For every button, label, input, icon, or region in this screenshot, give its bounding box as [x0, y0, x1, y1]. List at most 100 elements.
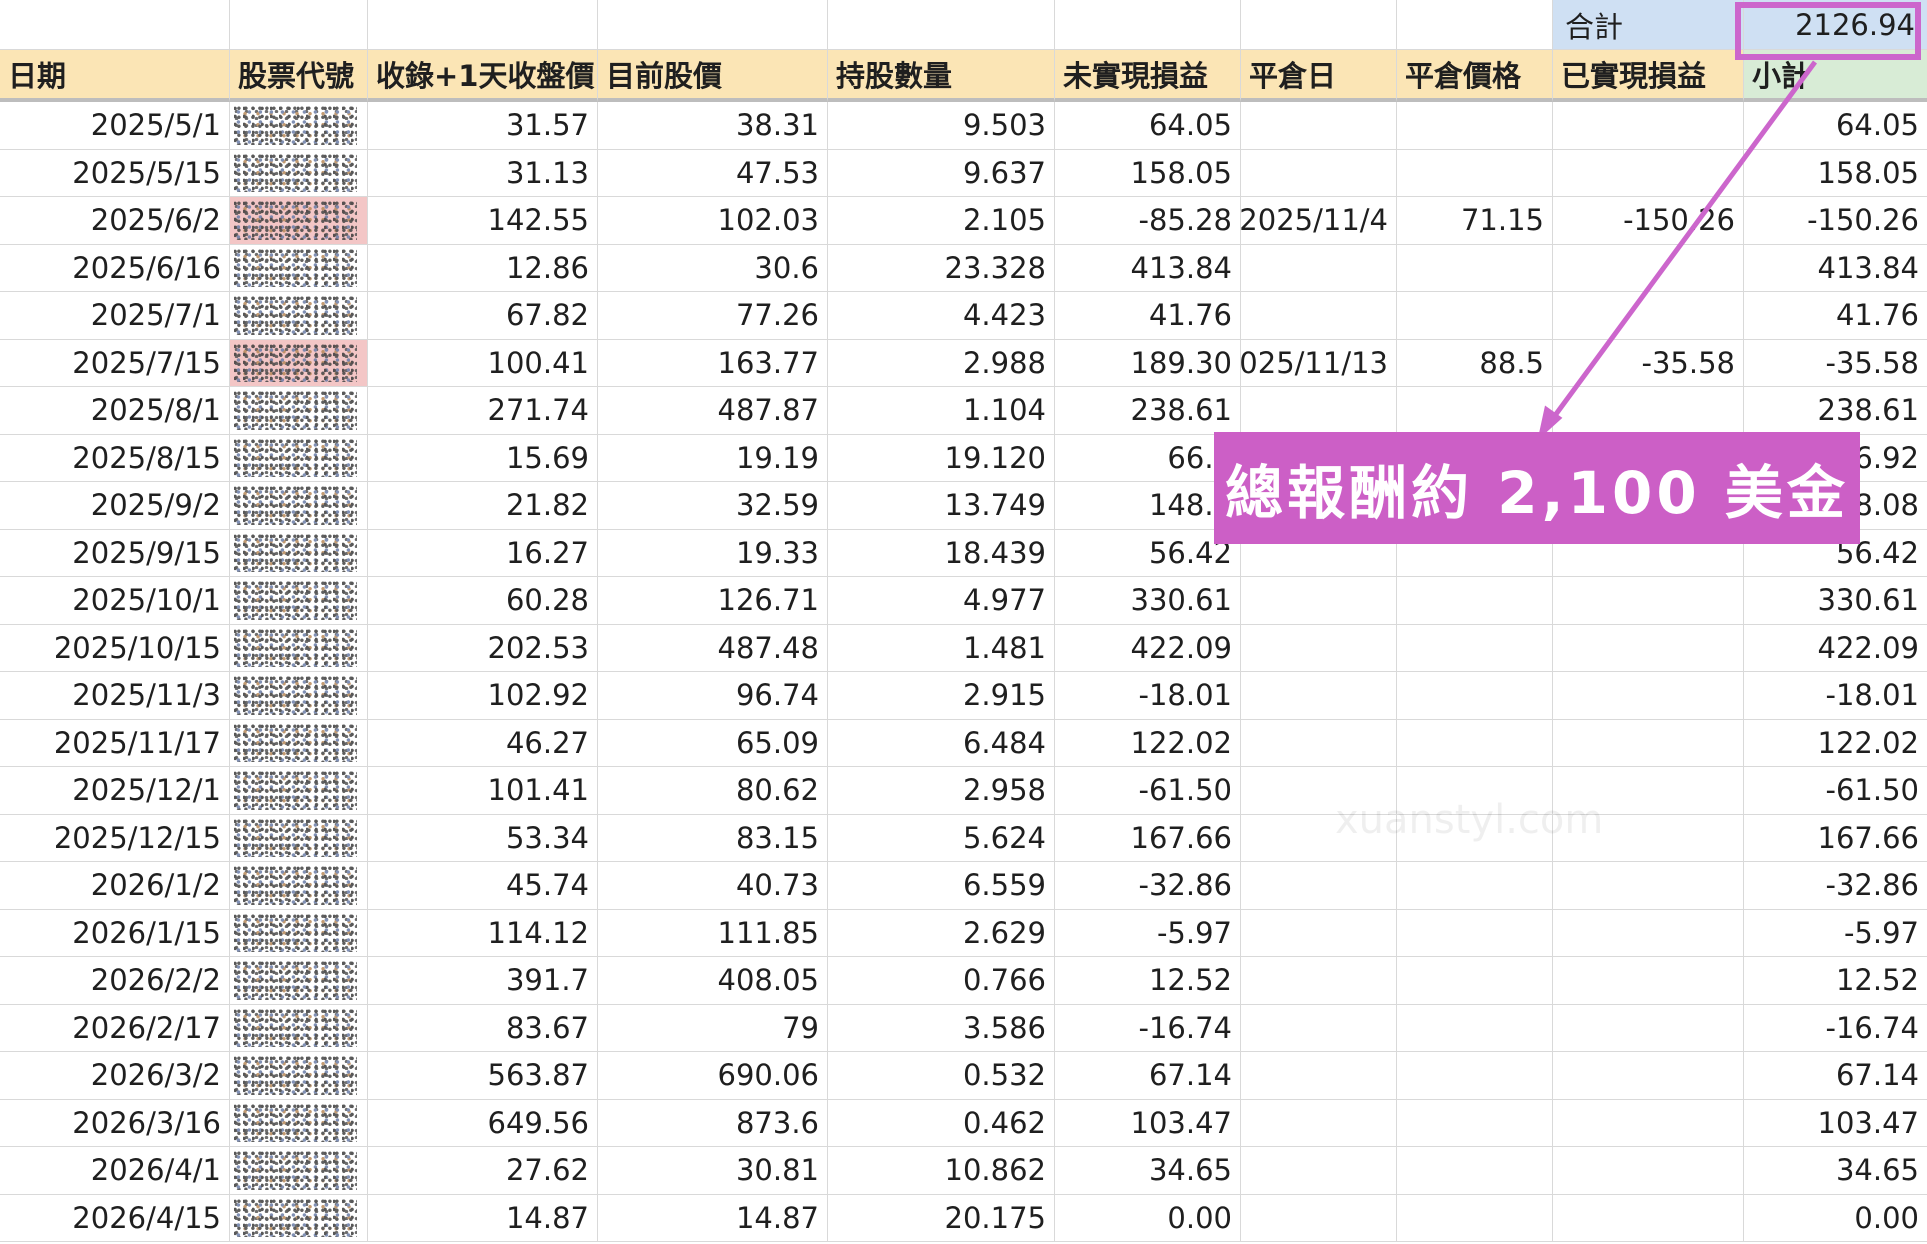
cell-current-price[interactable]: 77.26 [598, 292, 828, 340]
cell-close-price[interactable] [1397, 862, 1553, 910]
cell-stock-code[interactable] [230, 767, 368, 815]
cell-close-price[interactable] [1397, 244, 1553, 292]
cell-unrealized[interactable]: 330.61 [1055, 577, 1241, 625]
cell-realized[interactable] [1553, 1147, 1744, 1195]
cell-subtotal[interactable]: 0.00 [1744, 1195, 1927, 1242]
cell-realized[interactable] [1553, 957, 1744, 1005]
cell-buy-price[interactable]: 271.74 [368, 387, 598, 435]
cell-current-price[interactable]: 79 [598, 1004, 828, 1052]
header-date[interactable]: 日期 [0, 50, 230, 102]
cell-close-date[interactable] [1241, 387, 1397, 435]
cell-current-price[interactable]: 40.73 [598, 862, 828, 910]
cell-unrealized[interactable]: 413.84 [1055, 244, 1241, 292]
cell-stock-code[interactable] [230, 149, 368, 197]
cell-unrealized[interactable]: -5.97 [1055, 909, 1241, 957]
cell-close-price[interactable] [1397, 387, 1553, 435]
cell-close-price[interactable]: 71.15 [1397, 197, 1553, 245]
cell-buy-price[interactable]: 31.13 [368, 149, 598, 197]
cell-date[interactable]: 2025/8/15 [0, 434, 230, 482]
cell-unrealized[interactable]: 158.05 [1055, 149, 1241, 197]
cell-close-date[interactable] [1241, 957, 1397, 1005]
cell-close-date[interactable] [1241, 1147, 1397, 1195]
cell-date[interactable]: 2025/10/1 [0, 577, 230, 625]
cell-stock-code[interactable] [230, 1147, 368, 1195]
cell-stock-code[interactable] [230, 339, 368, 387]
cell-subtotal[interactable]: 167.66 [1744, 815, 1927, 862]
cell-close-date[interactable] [1241, 102, 1397, 150]
cell-unrealized[interactable]: 12.52 [1055, 957, 1241, 1005]
cell-close-price[interactable] [1397, 1004, 1553, 1052]
cell-unrealized[interactable]: -18.01 [1055, 672, 1241, 720]
cell-realized[interactable] [1553, 149, 1744, 197]
cell-buy-price[interactable]: 46.27 [368, 719, 598, 767]
cell-close-date[interactable] [1241, 1004, 1397, 1052]
cell-quantity[interactable]: 10.862 [828, 1147, 1055, 1195]
cell-stock-code[interactable] [230, 197, 368, 245]
cell-current-price[interactable]: 65.09 [598, 719, 828, 767]
cell-current-price[interactable]: 30.81 [598, 1147, 828, 1195]
cell-unrealized[interactable]: 0.00 [1055, 1194, 1241, 1242]
cell-realized[interactable] [1553, 102, 1744, 150]
cell-quantity[interactable]: 4.977 [828, 577, 1055, 625]
cell-unrealized[interactable]: -61.50 [1055, 767, 1241, 815]
cell-buy-price[interactable]: 100.41 [368, 339, 598, 387]
cell-stock-code[interactable] [230, 862, 368, 910]
cell-close-price[interactable] [1397, 957, 1553, 1005]
cell-quantity[interactable]: 20.175 [828, 1194, 1055, 1242]
cell-quantity[interactable]: 2.105 [828, 197, 1055, 245]
cell-close-price[interactable] [1397, 1052, 1553, 1100]
cell-quantity[interactable]: 1.104 [828, 387, 1055, 435]
cell-stock-code[interactable] [230, 672, 368, 720]
cell-current-price[interactable]: 690.06 [598, 1052, 828, 1100]
cell-subtotal[interactable]: 330.61 [1744, 577, 1927, 625]
header-stock-code[interactable]: 股票代號 [230, 50, 368, 102]
cell-quantity[interactable]: 2.915 [828, 672, 1055, 720]
cell-close-price[interactable] [1397, 1147, 1553, 1195]
cell-stock-code[interactable] [230, 1004, 368, 1052]
cell-buy-price[interactable]: 67.82 [368, 292, 598, 340]
cell-current-price[interactable]: 126.71 [598, 577, 828, 625]
cell-quantity[interactable]: 1.481 [828, 624, 1055, 672]
cell-subtotal[interactable]: 122.02 [1744, 720, 1927, 767]
cell-unrealized[interactable]: -85.28 [1055, 197, 1241, 245]
cell-date[interactable]: 2025/7/1 [0, 292, 230, 340]
cell-buy-price[interactable]: 12.86 [368, 244, 598, 292]
cell-quantity[interactable]: 0.766 [828, 957, 1055, 1005]
cell-quantity[interactable]: 9.637 [828, 149, 1055, 197]
cell-stock-code[interactable] [230, 102, 368, 150]
cell-close-price[interactable] [1397, 149, 1553, 197]
cell-current-price[interactable]: 80.62 [598, 767, 828, 815]
cell-quantity[interactable]: 23.328 [828, 244, 1055, 292]
cell-realized[interactable] [1553, 719, 1744, 767]
cell-buy-price[interactable]: 15.69 [368, 434, 598, 482]
cell-current-price[interactable]: 14.87 [598, 1194, 828, 1242]
cell-quantity[interactable]: 2.958 [828, 767, 1055, 815]
cell-subtotal[interactable]: 238.61 [1744, 387, 1927, 435]
header-realized[interactable]: 已實現損益 [1553, 50, 1744, 102]
cell-quantity[interactable]: 0.462 [828, 1099, 1055, 1147]
cell-realized[interactable] [1553, 624, 1744, 672]
cell-date[interactable]: 2025/8/1 [0, 387, 230, 435]
cell-quantity[interactable]: 2.629 [828, 909, 1055, 957]
cell-current-price[interactable]: 32.59 [598, 482, 828, 530]
cell-date[interactable]: 2026/3/16 [0, 1099, 230, 1147]
cell-subtotal[interactable]: -150.26 [1744, 197, 1927, 245]
cell-unrealized[interactable]: 238.61 [1055, 387, 1241, 435]
cell-close-date[interactable] [1241, 244, 1397, 292]
cell-buy-price[interactable]: 45.74 [368, 862, 598, 910]
cell-quantity[interactable]: 0.532 [828, 1052, 1055, 1100]
cell-current-price[interactable]: 19.33 [598, 529, 828, 577]
cell-unrealized[interactable]: -32.86 [1055, 862, 1241, 910]
cell-close-date[interactable] [1241, 862, 1397, 910]
cell-buy-price[interactable]: 83.67 [368, 1004, 598, 1052]
cell-realized[interactable] [1553, 577, 1744, 625]
cell-unrealized[interactable]: 167.66 [1055, 814, 1241, 862]
cell-quantity[interactable]: 6.559 [828, 862, 1055, 910]
cell-realized[interactable] [1553, 244, 1744, 292]
cell-date[interactable]: 2025/11/3 [0, 672, 230, 720]
cell-buy-price[interactable]: 16.27 [368, 529, 598, 577]
cell-realized[interactable] [1553, 387, 1744, 435]
cell-date[interactable]: 2026/4/1 [0, 1147, 230, 1195]
cell-stock-code[interactable] [230, 1052, 368, 1100]
cell-date[interactable]: 2025/9/2 [0, 482, 230, 530]
